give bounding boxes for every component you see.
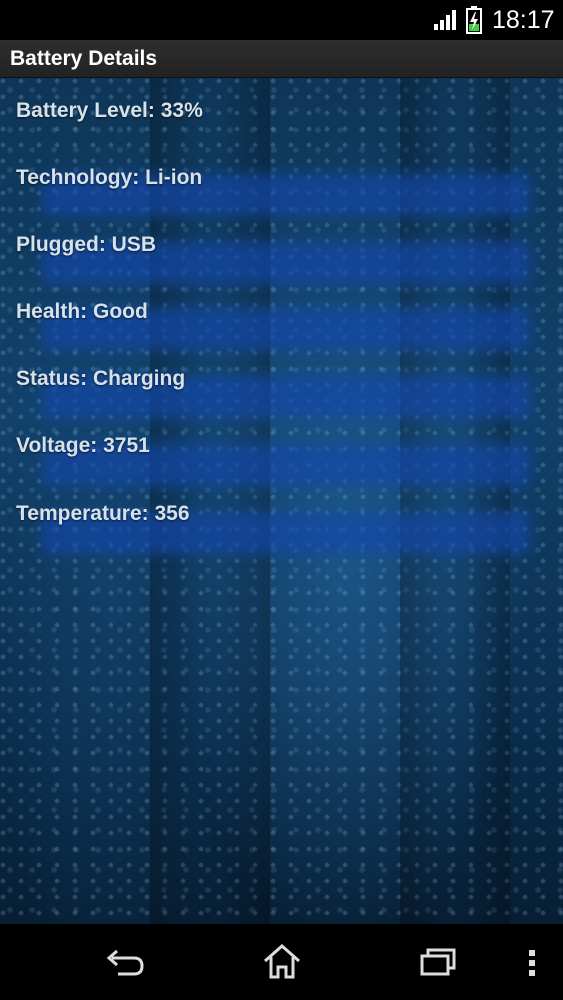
health-text: Health: Good <box>16 300 148 323</box>
status-clock: 18:17 <box>492 6 555 34</box>
status-text: Status: Charging <box>16 367 186 390</box>
back-button[interactable] <box>104 942 146 982</box>
recents-icon <box>420 948 456 976</box>
status-bar: 18:17 <box>0 0 563 40</box>
back-icon <box>106 949 144 976</box>
overflow-menu-button[interactable] <box>520 942 544 982</box>
app-title: Battery Details <box>10 47 158 70</box>
plugged-text: Plugged: USB <box>16 233 156 256</box>
screen: 18:17 Battery Details Battery Level: 33%… <box>0 0 563 1000</box>
voltage-text: Voltage: 3751 <box>16 434 150 457</box>
signal-icon <box>433 10 459 30</box>
overflow-menu-icon <box>529 950 535 976</box>
action-bar: Battery Details <box>0 40 563 78</box>
home-icon <box>264 943 300 979</box>
recents-button[interactable] <box>418 942 458 982</box>
battery-details-panel: Battery Level: 33% Technology: Li-ion Pl… <box>0 78 563 924</box>
technology-text: Technology: Li-ion <box>16 166 203 189</box>
navigation-bar <box>0 924 563 1000</box>
home-button[interactable] <box>262 942 302 982</box>
battery-charging-icon <box>466 6 482 34</box>
temperature-text: Temperature: 356 <box>16 502 190 525</box>
battery-level-text: Battery Level: 33% <box>16 99 203 122</box>
